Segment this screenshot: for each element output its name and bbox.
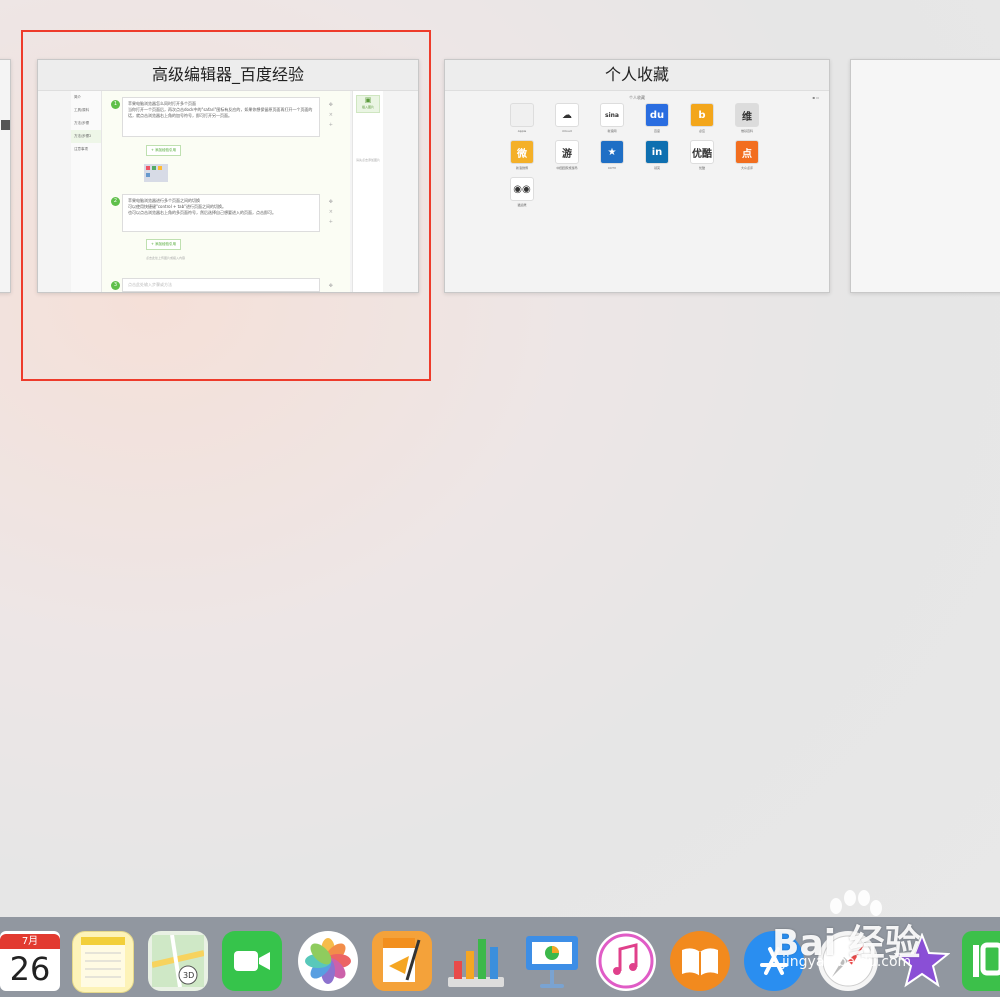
calendar-day: 26 (9, 949, 51, 988)
facetime-app-icon[interactable] (222, 931, 282, 991)
weibo-icon: 微 (510, 140, 534, 164)
favorite-label: 新浪微博 (515, 166, 528, 170)
favorite-item[interactable]: sina 新浪网 (597, 103, 627, 133)
partial-window-right[interactable] (850, 59, 1000, 293)
favorites-header: 个人收藏 (629, 95, 645, 100)
wikipedia-icon: 维 (735, 103, 759, 127)
favorite-item[interactable]: ◉◉ 猫途鹰 (507, 177, 537, 207)
favorite-item[interactable]: b 必应 (687, 103, 717, 133)
watermark-url: jingyan.baidu.com (782, 954, 912, 970)
favorite-label: 优酷 (698, 166, 705, 170)
cctv-icon: ★ (600, 140, 624, 164)
calendar-app-icon[interactable]: 7月 26 (0, 931, 60, 991)
notes-app-icon[interactable] (72, 931, 134, 993)
favorite-label: CCTV (607, 166, 617, 170)
maps-app-icon[interactable]: 3D (148, 931, 208, 991)
favorite-item[interactable]: 点大众点评 (732, 140, 762, 170)
tripadvisor-icon: ◉◉ (510, 177, 534, 201)
favorite-item[interactable]: 游中国国家旅游局 (552, 140, 582, 170)
baidu-icon: du (645, 103, 669, 127)
window-title: 个人收藏 (445, 60, 829, 91)
view-toggle[interactable]: ▪ ▫ (812, 95, 819, 100)
favorite-label: iCloud (562, 129, 572, 133)
partial-window-left[interactable] (0, 59, 11, 293)
favorite-label: 百度 (653, 129, 660, 133)
calendar-month: 7月 (0, 933, 60, 949)
favorite-label: 猫途鹰 (517, 203, 527, 207)
bing-icon: b (690, 103, 714, 127)
icloud-icon: ☁ (555, 103, 579, 127)
window-thumbnail-favorites[interactable]: 个人收藏 个人收藏 ▪ ▫ Apple ☁ iCloud sina 新浪网 du 百度 b 必应… (444, 59, 830, 293)
favorite-item[interactable]: 维维基百科 (732, 103, 762, 133)
dianping-icon: 点 (735, 140, 759, 164)
youku-icon: 优酷 (690, 140, 714, 164)
svg-text:3D: 3D (183, 971, 194, 980)
itunes-app-icon[interactable] (596, 931, 656, 991)
favorite-label: 中国国家旅游局 (556, 166, 578, 170)
favorite-label: 领英 (653, 166, 660, 170)
favorite-item[interactable]: 优酷 优酷 (687, 140, 717, 170)
baidu-watermark: Bai 经验 jingyan.baidu.com (772, 890, 1000, 980)
numbers-app-icon[interactable] (446, 931, 506, 991)
ibooks-app-icon[interactable] (670, 931, 730, 991)
favorite-item[interactable]: in 领英 (642, 140, 672, 170)
linkedin-icon: in (645, 140, 669, 164)
tourism-icon: 游 (555, 140, 579, 164)
favorite-label: 必应 (698, 129, 705, 133)
favorite-item[interactable]: du 百度 (642, 103, 672, 133)
favorite-item[interactable]: 微新浪微博 (507, 140, 537, 170)
favorite-item[interactable]: ☁ iCloud (552, 103, 582, 133)
favorite-label: 维基百科 (740, 129, 753, 133)
favorite-label: 新浪网 (607, 129, 617, 133)
apple-icon (510, 103, 534, 127)
keynote-app-icon[interactable] (522, 931, 582, 991)
selection-highlight (21, 30, 431, 381)
favorite-item[interactable]: ★ CCTV (597, 140, 627, 170)
sina-icon: sina (600, 103, 624, 127)
photos-app-icon[interactable] (298, 931, 358, 991)
favorite-label: 大众点评 (740, 166, 753, 170)
pages-app-icon[interactable] (372, 931, 432, 991)
favorite-label: Apple (517, 129, 527, 133)
favorite-item[interactable]: Apple (507, 103, 537, 133)
